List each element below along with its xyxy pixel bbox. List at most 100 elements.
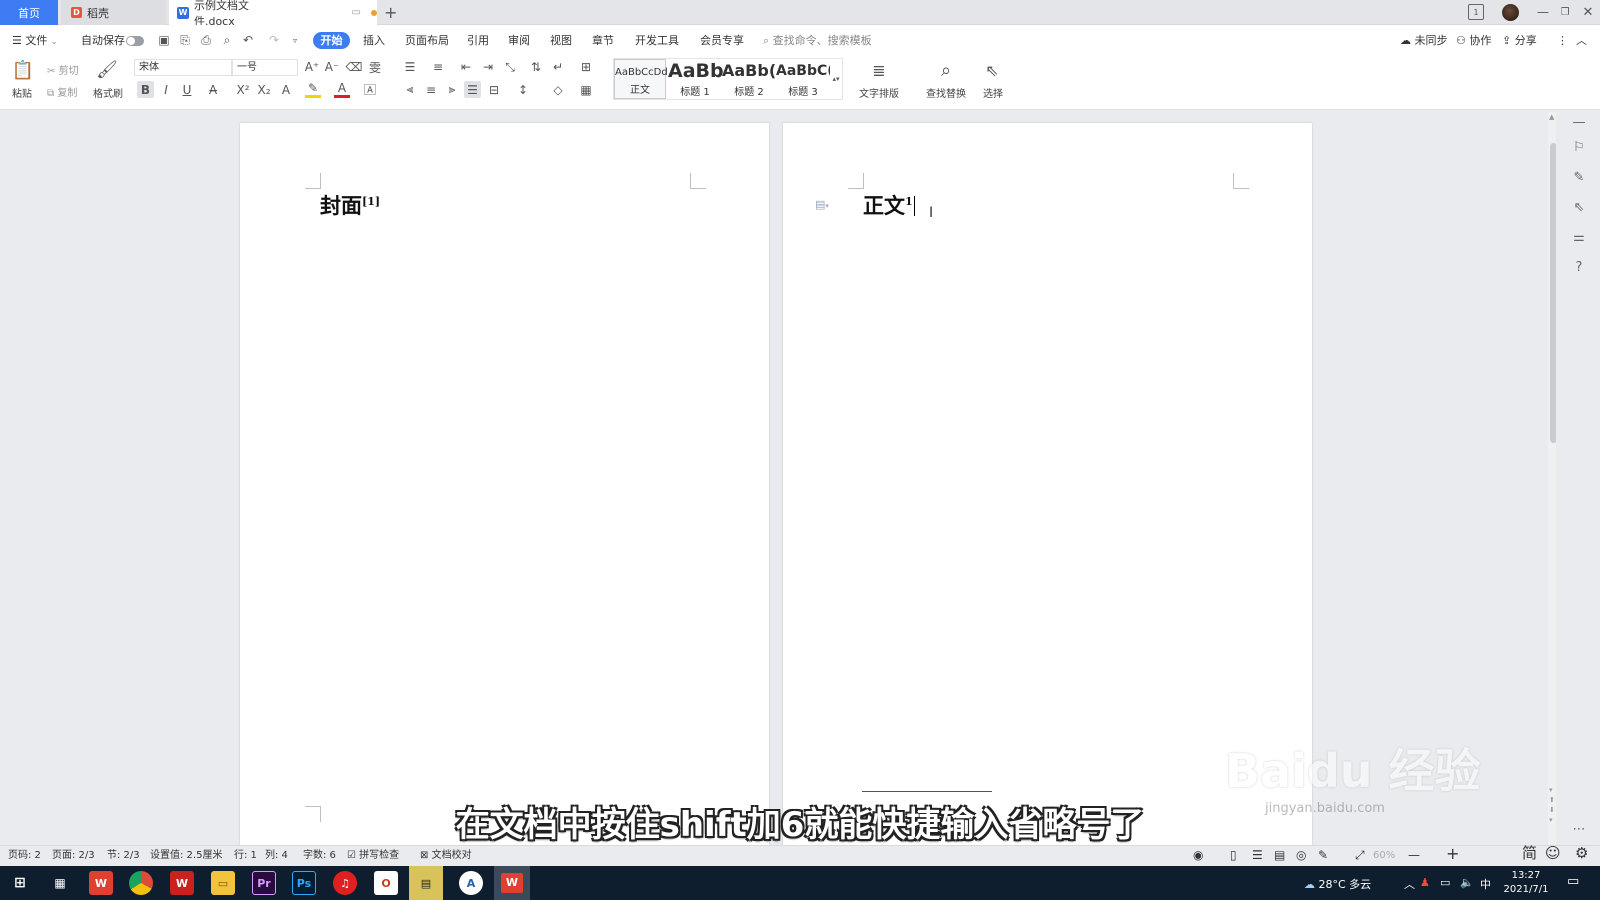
- format-painter-icon[interactable]: 🖌: [96, 59, 118, 81]
- select-pointer-icon[interactable]: ⇖: [1570, 198, 1588, 216]
- align-left-icon[interactable]: ⫷: [402, 81, 418, 98]
- text-layout-label[interactable]: 文字排版: [853, 85, 905, 100]
- font-name-select[interactable]: 宋体: [134, 59, 232, 76]
- styles-scroll-icon[interactable]: ▴▾: [831, 60, 841, 98]
- collab-button[interactable]: ⚇ 协作: [1456, 33, 1491, 49]
- select-label[interactable]: 选择: [976, 85, 1010, 100]
- ime-indicator[interactable]: 中: [1480, 876, 1491, 892]
- view-outline-icon[interactable]: ☰: [1252, 849, 1263, 862]
- spell-check-toggle[interactable]: ☑ 拼写检查: [347, 849, 399, 862]
- font-color-icon[interactable]: A: [334, 81, 350, 98]
- format-painter-label[interactable]: 格式刷: [91, 85, 125, 100]
- status-pages[interactable]: 页面: 2/3: [52, 849, 95, 862]
- zoom-out-icon[interactable]: —: [1408, 849, 1420, 862]
- user-avatar[interactable]: [1502, 4, 1519, 21]
- print-preview-icon[interactable]: ⌕: [220, 33, 234, 47]
- collapse-ribbon-icon[interactable]: ︿: [1576, 33, 1587, 49]
- scroll-up-arrow-icon[interactable]: ▲: [1549, 113, 1554, 121]
- find-replace-label[interactable]: 查找替换: [919, 85, 973, 100]
- windows-start-icon[interactable]: ⊞: [8, 871, 32, 895]
- menu-tab-review[interactable]: 审阅: [508, 33, 530, 49]
- grow-font-icon[interactable]: A⁺: [304, 59, 320, 75]
- menu-tab-page-layout[interactable]: 页面布局: [405, 33, 449, 49]
- tab-document[interactable]: W 示例文档文件.docx ▭: [169, 0, 377, 28]
- line-spacing-icon[interactable]: ↕: [515, 81, 531, 98]
- strikethrough-icon[interactable]: A̶: [205, 81, 221, 98]
- menu-tab-developer[interactable]: 开发工具: [635, 33, 679, 49]
- view-page-icon[interactable]: ▯: [1230, 849, 1237, 862]
- copy-button[interactable]: ⧉ 复制: [47, 84, 77, 99]
- page2-heading[interactable]: 正文1: [863, 190, 915, 220]
- view-reading-icon[interactable]: ▤: [1274, 849, 1285, 862]
- status-page-number[interactable]: 页码: 2: [8, 849, 41, 862]
- edit-pen-icon[interactable]: ✎: [1570, 168, 1588, 186]
- menu-tab-chapter[interactable]: 章节: [592, 33, 614, 49]
- style-heading-1[interactable]: AaBb 标题 1: [668, 59, 724, 99]
- clock[interactable]: 13:27 2021/7/1: [1500, 869, 1552, 897]
- table-tools-icon[interactable]: ⊞: [578, 59, 594, 75]
- notifications-icon[interactable]: ▭: [1567, 874, 1579, 889]
- char-border-icon[interactable]: 🄰: [362, 81, 378, 98]
- view-write-icon[interactable]: ✎: [1318, 849, 1328, 862]
- restore-icon[interactable]: ❐: [1557, 4, 1573, 20]
- style-normal[interactable]: AaBbCcDd 正文: [614, 59, 668, 99]
- ime-status-icon[interactable]: 简: [1522, 846, 1537, 861]
- tray-chevron-icon[interactable]: ︿: [1404, 876, 1415, 892]
- superscript-icon[interactable]: X²: [235, 81, 251, 98]
- sort-icon[interactable]: ⇅: [528, 59, 544, 75]
- qq-tray-icon[interactable]: ♟: [1420, 876, 1430, 889]
- file-explorer-app-icon[interactable]: ▭: [211, 871, 235, 895]
- status-section[interactable]: 节: 2/3: [107, 849, 140, 862]
- status-word-count[interactable]: 字数: 6: [303, 849, 336, 862]
- align-right-icon[interactable]: ⫸: [444, 81, 460, 98]
- shrink-font-icon[interactable]: A⁻: [324, 59, 340, 75]
- save-icon[interactable]: ▣: [157, 33, 171, 47]
- customize-dropdown-icon[interactable]: ▿: [290, 33, 300, 47]
- phonetic-guide-icon[interactable]: 雯: [366, 59, 384, 75]
- autosave-switch[interactable]: [126, 36, 144, 46]
- tab-home[interactable]: 首页: [0, 0, 58, 25]
- photoshop-app-icon[interactable]: Ps: [292, 871, 316, 895]
- bold-icon[interactable]: B: [137, 81, 154, 98]
- wps-office-app-icon[interactable]: W: [170, 871, 194, 895]
- command-search[interactable]: ⌕ 查找命令、搜索模板: [763, 33, 872, 49]
- subscript-icon[interactable]: X₂: [256, 81, 272, 98]
- wps-doc-active-app-icon[interactable]: W: [494, 866, 530, 900]
- notes-app-icon[interactable]: ▤: [409, 866, 443, 900]
- increase-indent-icon[interactable]: ⇥: [480, 59, 496, 75]
- italic-icon[interactable]: I: [158, 81, 174, 98]
- style-heading-2[interactable]: AaBb( 标题 2: [722, 59, 776, 99]
- volume-icon[interactable]: 🔈: [1460, 876, 1474, 889]
- menu-tab-start[interactable]: 开始: [313, 32, 350, 49]
- premiere-app-icon[interactable]: Pr: [252, 871, 276, 895]
- emoji-icon[interactable]: ☺: [1545, 846, 1561, 861]
- redo-icon[interactable]: ↷: [267, 33, 281, 47]
- doc-proof-toggle[interactable]: ⊠ 文档校对: [420, 849, 472, 862]
- save-as-icon[interactable]: ⎘: [178, 33, 192, 47]
- find-replace-icon[interactable]: ⌕: [935, 59, 957, 81]
- menu-tab-view[interactable]: 视图: [550, 33, 572, 49]
- status-setting[interactable]: 设置值: 2.5厘米: [150, 849, 222, 862]
- justify-icon[interactable]: ☰: [464, 81, 481, 98]
- tab-daoke[interactable]: D 稻壳: [61, 0, 166, 25]
- task-view-icon[interactable]: ▦: [48, 871, 72, 895]
- netease-music-app-icon[interactable]: ♫: [333, 871, 357, 895]
- alist-app-icon[interactable]: A: [459, 871, 483, 895]
- paste-icon[interactable]: 📋: [12, 59, 34, 81]
- chrome-app-icon[interactable]: [129, 871, 153, 895]
- decrease-indent-icon[interactable]: ⇤: [458, 59, 474, 75]
- bullets-icon[interactable]: ☰: [402, 59, 418, 75]
- new-tab-button[interactable]: +: [384, 0, 397, 25]
- align-center-icon[interactable]: ≡: [423, 81, 439, 98]
- text-effect-icon[interactable]: A: [278, 81, 294, 98]
- weather-widget[interactable]: ☁ 28°C 多云: [1304, 876, 1371, 892]
- status-row[interactable]: 行: 1: [234, 849, 257, 862]
- gear-icon[interactable]: ⚙: [1575, 846, 1588, 861]
- eye-protect-icon[interactable]: ◉: [1193, 849, 1203, 862]
- help-icon[interactable]: ?: [1570, 258, 1588, 276]
- chinese-layout-icon[interactable]: ⤡: [502, 59, 518, 75]
- status-column[interactable]: 列: 4: [265, 849, 288, 862]
- text-layout-icon[interactable]: ≣: [868, 59, 890, 81]
- show-marks-icon[interactable]: ↵: [550, 59, 566, 75]
- print-icon[interactable]: ⎙: [199, 33, 213, 47]
